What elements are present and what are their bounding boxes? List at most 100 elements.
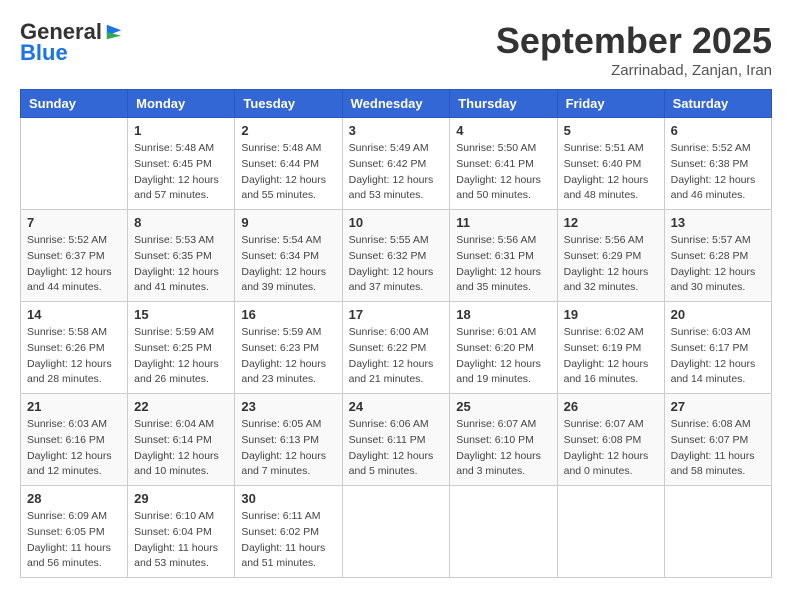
day-number: 19 <box>564 307 658 322</box>
calendar-cell <box>664 486 771 578</box>
day-number: 16 <box>241 307 335 322</box>
weekday-header-friday: Friday <box>557 90 664 118</box>
day-info: Sunrise: 6:07 AM Sunset: 6:10 PM Dayligh… <box>456 417 550 480</box>
weekday-header-sunday: Sunday <box>21 90 128 118</box>
day-number: 21 <box>27 399 121 414</box>
logo-flag-icon <box>105 23 123 41</box>
calendar-cell: 7 Sunrise: 5:52 AM Sunset: 6:37 PM Daylig… <box>21 210 128 302</box>
calendar-table: SundayMondayTuesdayWednesdayThursdayFrid… <box>20 89 772 578</box>
calendar-cell: 11 Sunrise: 5:56 AM Sunset: 6:31 PM Dayli… <box>450 210 557 302</box>
day-info: Sunrise: 5:57 AM Sunset: 6:28 PM Dayligh… <box>671 233 765 296</box>
day-info: Sunrise: 5:56 AM Sunset: 6:31 PM Dayligh… <box>456 233 550 296</box>
day-info: Sunrise: 6:11 AM Sunset: 6:02 PM Dayligh… <box>241 509 335 572</box>
page-header: General Blue September 2025 Zarrinabad, … <box>20 20 772 79</box>
day-number: 22 <box>134 399 228 414</box>
calendar-body: 1 Sunrise: 5:48 AM Sunset: 6:45 PM Daylig… <box>21 118 772 578</box>
calendar-cell: 28 Sunrise: 6:09 AM Sunset: 6:05 PM Dayli… <box>21 486 128 578</box>
calendar-cell: 3Sunrise: 5:49 AM Sunset: 6:42 PM Daylig… <box>342 118 450 210</box>
day-number: 27 <box>671 399 765 414</box>
title-block: September 2025 Zarrinabad, Zanjan, Iran <box>496 20 772 79</box>
day-info: Sunrise: 5:50 AM Sunset: 6:41 PM Dayligh… <box>456 141 550 204</box>
calendar-cell: 4 Sunrise: 5:50 AM Sunset: 6:41 PM Daylig… <box>450 118 557 210</box>
calendar-cell <box>557 486 664 578</box>
calendar-cell: 21 Sunrise: 6:03 AM Sunset: 6:16 PM Dayli… <box>21 394 128 486</box>
day-number: 1 <box>134 123 228 138</box>
day-info: Sunrise: 6:03 AM Sunset: 6:16 PM Dayligh… <box>27 417 121 480</box>
day-info: Sunrise: 5:59 AM Sunset: 6:25 PM Dayligh… <box>134 325 228 388</box>
calendar-cell <box>21 118 128 210</box>
calendar-cell: 1 Sunrise: 5:48 AM Sunset: 6:45 PM Daylig… <box>128 118 235 210</box>
day-number: 7 <box>27 215 121 230</box>
day-number: 23 <box>241 399 335 414</box>
day-number: 25 <box>456 399 550 414</box>
day-number: 5 <box>564 123 658 138</box>
calendar-header: SundayMondayTuesdayWednesdayThursdayFrid… <box>21 90 772 118</box>
day-number: 4 <box>456 123 550 138</box>
weekday-header-monday: Monday <box>128 90 235 118</box>
weekday-header-saturday: Saturday <box>664 90 771 118</box>
calendar-week-3: 14 Sunrise: 5:58 AM Sunset: 6:26 PM Dayli… <box>21 302 772 394</box>
day-info: Sunrise: 5:52 AM Sunset: 6:37 PM Dayligh… <box>27 233 121 296</box>
calendar-cell: 24Sunrise: 6:06 AM Sunset: 6:11 PM Dayli… <box>342 394 450 486</box>
weekday-header-wednesday: Wednesday <box>342 90 450 118</box>
calendar-cell: 5 Sunrise: 5:51 AM Sunset: 6:40 PM Daylig… <box>557 118 664 210</box>
calendar-cell <box>450 486 557 578</box>
day-info: Sunrise: 5:58 AM Sunset: 6:26 PM Dayligh… <box>27 325 121 388</box>
calendar-cell: 20 Sunrise: 6:03 AM Sunset: 6:17 PM Dayli… <box>664 302 771 394</box>
day-info: Sunrise: 6:05 AM Sunset: 6:13 PM Dayligh… <box>241 417 335 480</box>
day-number: 15 <box>134 307 228 322</box>
weekday-header-row: SundayMondayTuesdayWednesdayThursdayFrid… <box>21 90 772 118</box>
day-info: Sunrise: 5:52 AM Sunset: 6:38 PM Dayligh… <box>671 141 765 204</box>
calendar-week-1: 1 Sunrise: 5:48 AM Sunset: 6:45 PM Daylig… <box>21 118 772 210</box>
day-number: 6 <box>671 123 765 138</box>
day-info: Sunrise: 5:51 AM Sunset: 6:40 PM Dayligh… <box>564 141 658 204</box>
day-number: 30 <box>241 491 335 506</box>
day-number: 10 <box>349 215 444 230</box>
calendar-cell: 27 Sunrise: 6:08 AM Sunset: 6:07 PM Dayli… <box>664 394 771 486</box>
calendar-cell: 23 Sunrise: 6:05 AM Sunset: 6:13 PM Dayli… <box>235 394 342 486</box>
day-number: 18 <box>456 307 550 322</box>
day-info: Sunrise: 6:08 AM Sunset: 6:07 PM Dayligh… <box>671 417 765 480</box>
calendar-cell: 6 Sunrise: 5:52 AM Sunset: 6:38 PM Daylig… <box>664 118 771 210</box>
day-number: 8 <box>134 215 228 230</box>
day-info: Sunrise: 6:03 AM Sunset: 6:17 PM Dayligh… <box>671 325 765 388</box>
calendar-cell: 13 Sunrise: 5:57 AM Sunset: 6:28 PM Dayli… <box>664 210 771 302</box>
day-info: Sunrise: 5:59 AM Sunset: 6:23 PM Dayligh… <box>241 325 335 388</box>
day-info: Sunrise: 6:00 AM Sunset: 6:22 PM Dayligh… <box>349 325 444 388</box>
calendar-cell: 18Sunrise: 6:01 AM Sunset: 6:20 PM Dayli… <box>450 302 557 394</box>
logo: General Blue <box>20 20 123 66</box>
day-info: Sunrise: 6:10 AM Sunset: 6:04 PM Dayligh… <box>134 509 228 572</box>
calendar-cell <box>342 486 450 578</box>
day-number: 11 <box>456 215 550 230</box>
weekday-header-thursday: Thursday <box>450 90 557 118</box>
day-info: Sunrise: 5:53 AM Sunset: 6:35 PM Dayligh… <box>134 233 228 296</box>
day-info: Sunrise: 5:49 AM Sunset: 6:42 PM Dayligh… <box>349 141 444 204</box>
day-number: 20 <box>671 307 765 322</box>
day-info: Sunrise: 5:55 AM Sunset: 6:32 PM Dayligh… <box>349 233 444 296</box>
calendar-week-2: 7 Sunrise: 5:52 AM Sunset: 6:37 PM Daylig… <box>21 210 772 302</box>
calendar-cell: 25 Sunrise: 6:07 AM Sunset: 6:10 PM Dayli… <box>450 394 557 486</box>
calendar-cell: 26 Sunrise: 6:07 AM Sunset: 6:08 PM Dayli… <box>557 394 664 486</box>
calendar-week-4: 21 Sunrise: 6:03 AM Sunset: 6:16 PM Dayli… <box>21 394 772 486</box>
day-number: 26 <box>564 399 658 414</box>
day-info: Sunrise: 6:07 AM Sunset: 6:08 PM Dayligh… <box>564 417 658 480</box>
day-number: 12 <box>564 215 658 230</box>
day-number: 14 <box>27 307 121 322</box>
calendar-cell: 12 Sunrise: 5:56 AM Sunset: 6:29 PM Dayli… <box>557 210 664 302</box>
day-info: Sunrise: 5:56 AM Sunset: 6:29 PM Dayligh… <box>564 233 658 296</box>
calendar-cell: 16 Sunrise: 5:59 AM Sunset: 6:23 PM Dayli… <box>235 302 342 394</box>
calendar-cell: 22 Sunrise: 6:04 AM Sunset: 6:14 PM Dayli… <box>128 394 235 486</box>
day-info: Sunrise: 6:06 AM Sunset: 6:11 PM Dayligh… <box>349 417 444 480</box>
day-number: 28 <box>27 491 121 506</box>
calendar-cell: 19 Sunrise: 6:02 AM Sunset: 6:19 PM Dayli… <box>557 302 664 394</box>
calendar-cell: 10 Sunrise: 5:55 AM Sunset: 6:32 PM Dayli… <box>342 210 450 302</box>
calendar-cell: 8 Sunrise: 5:53 AM Sunset: 6:35 PM Daylig… <box>128 210 235 302</box>
calendar-cell: 29Sunrise: 6:10 AM Sunset: 6:04 PM Dayli… <box>128 486 235 578</box>
day-info: Sunrise: 5:54 AM Sunset: 6:34 PM Dayligh… <box>241 233 335 296</box>
day-info: Sunrise: 6:02 AM Sunset: 6:19 PM Dayligh… <box>564 325 658 388</box>
day-info: Sunrise: 5:48 AM Sunset: 6:45 PM Dayligh… <box>134 141 228 204</box>
day-info: Sunrise: 6:09 AM Sunset: 6:05 PM Dayligh… <box>27 509 121 572</box>
day-number: 13 <box>671 215 765 230</box>
day-number: 9 <box>241 215 335 230</box>
day-info: Sunrise: 6:04 AM Sunset: 6:14 PM Dayligh… <box>134 417 228 480</box>
